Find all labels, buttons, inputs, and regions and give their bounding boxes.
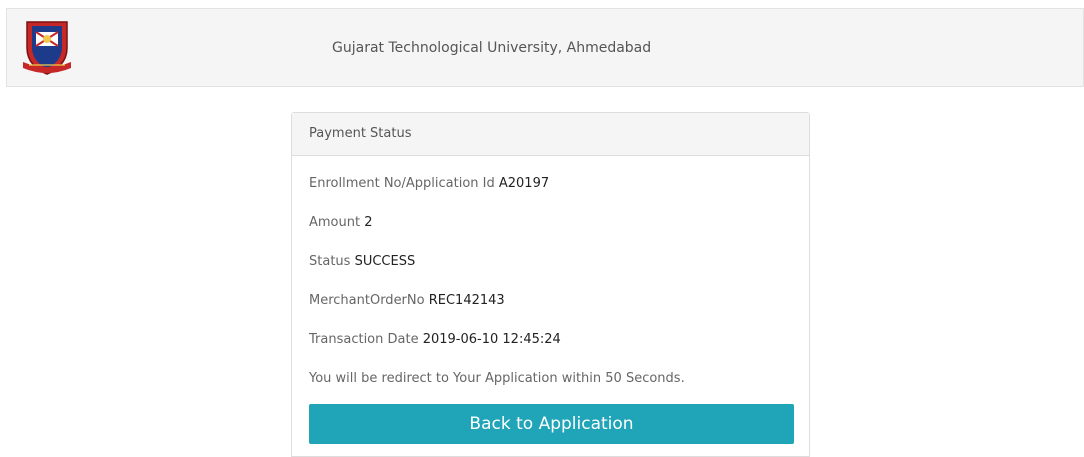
transaction-date-label: Transaction Date xyxy=(309,332,419,347)
enrollment-row: Enrollment No/Application Id A20197 xyxy=(309,174,793,213)
status-value: SUCCESS xyxy=(354,254,416,269)
amount-row: Amount 2 xyxy=(309,213,793,252)
transaction-date-row: Transaction Date 2019-06-10 12:45:24 xyxy=(309,330,793,369)
site-header: Gujarat Technological University, Ahmeda… xyxy=(6,8,1084,87)
amount-label: Amount xyxy=(309,215,361,230)
panel-heading: Payment Status xyxy=(292,113,809,156)
enrollment-value: A20197 xyxy=(498,176,550,191)
university-name: Gujarat Technological University, Ahmeda… xyxy=(332,40,652,56)
merchant-order-row: MerchantOrderNo REC142143 xyxy=(309,291,793,330)
enrollment-label: Enrollment No/Application Id xyxy=(309,176,495,191)
panel-body: Enrollment No/Application Id A20197 Amou… xyxy=(292,156,809,444)
payment-status-panel: Payment Status Enrollment No/Application… xyxy=(291,112,810,457)
back-to-application-button[interactable]: Back to Application xyxy=(309,404,794,444)
transaction-date-value: 2019-06-10 12:45:24 xyxy=(422,332,561,347)
redirect-note: You will be redirect to Your Application… xyxy=(309,371,685,386)
status-label: Status xyxy=(309,254,351,269)
amount-value: 2 xyxy=(364,215,373,230)
status-row: Status SUCCESS xyxy=(309,252,793,291)
merchant-order-value: REC142143 xyxy=(428,293,505,308)
merchant-order-label: MerchantOrderNo xyxy=(309,293,425,308)
university-crest-logo xyxy=(21,18,73,76)
